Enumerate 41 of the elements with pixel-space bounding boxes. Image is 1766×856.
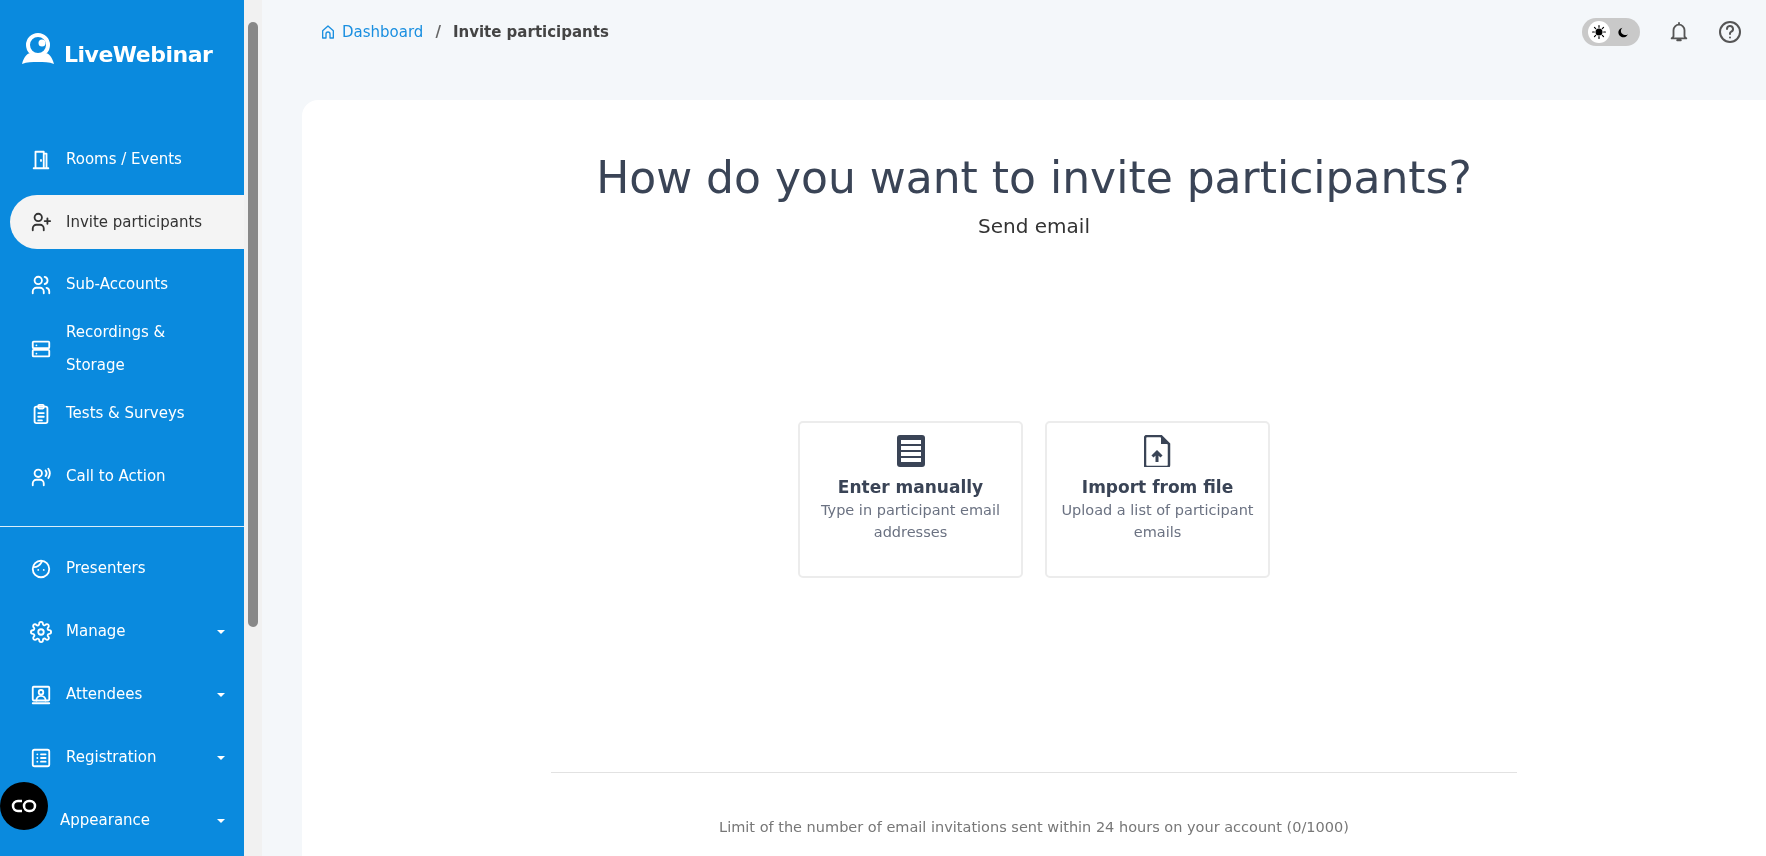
- user-card-icon: [30, 683, 52, 706]
- help-button[interactable]: [1718, 20, 1742, 44]
- notifications-button[interactable]: [1668, 20, 1690, 44]
- users-icon: [30, 273, 52, 296]
- sidebar-item[interactable]: Tests & Surveys: [0, 382, 244, 445]
- moon-icon: [1617, 25, 1630, 39]
- sidebar-item[interactable]: Rooms / Events: [0, 128, 244, 191]
- logo-text: LiveWebinar: [64, 41, 213, 69]
- bell-icon: [1668, 20, 1690, 44]
- sidebar-item[interactable]: Invite participants: [10, 195, 244, 249]
- gear-icon: [30, 620, 52, 643]
- sun-icon: [1591, 25, 1606, 39]
- page-title: How do you want to invite participants?: [596, 152, 1472, 205]
- option-card[interactable]: Import from file Upload a list of participant emails: [1045, 420, 1270, 578]
- scrollbar-thumb[interactable]: [248, 22, 258, 627]
- sidebar-item[interactable]: Attendees: [0, 663, 244, 726]
- sidebar-item[interactable]: Presenters: [0, 537, 244, 600]
- sidebar-item[interactable]: Registration: [0, 726, 244, 789]
- limit-note: Limit of the number of email invitations sent within 24 hours on your account (0/1000): [719, 817, 1349, 837]
- page-subtitle: Send email: [978, 212, 1090, 240]
- user-speaking-icon: [30, 465, 52, 488]
- door-icon: [30, 148, 52, 171]
- sidebar-item[interactable]: Recordings & Storage: [0, 316, 244, 382]
- breadcrumb-current: Invite participants: [452, 21, 609, 43]
- theme-toggle[interactable]: [1582, 18, 1640, 46]
- sidebar-item[interactable]: Manage: [0, 600, 244, 663]
- breadcrumb-link[interactable]: Dashboard: [320, 20, 424, 44]
- server-icon: [30, 338, 52, 360]
- breadcrumb-separator: /: [435, 21, 441, 43]
- file-upload-icon: [1143, 434, 1172, 467]
- face-icon: [30, 557, 52, 580]
- user-plus-icon: [30, 211, 52, 233]
- sidebar-item[interactable]: Sub-Accounts: [0, 253, 244, 316]
- option-card[interactable]: Enter manually Type in participant email addresses: [798, 420, 1023, 578]
- sidebar-item[interactable]: Appearance: [52, 789, 244, 852]
- home-icon: [320, 24, 336, 40]
- sidebar-item[interactable]: Call to Action: [0, 445, 244, 508]
- floating-button[interactable]: [0, 782, 48, 830]
- help-icon: [1718, 20, 1742, 44]
- list-icon: [896, 434, 925, 467]
- list-icon: [30, 746, 52, 769]
